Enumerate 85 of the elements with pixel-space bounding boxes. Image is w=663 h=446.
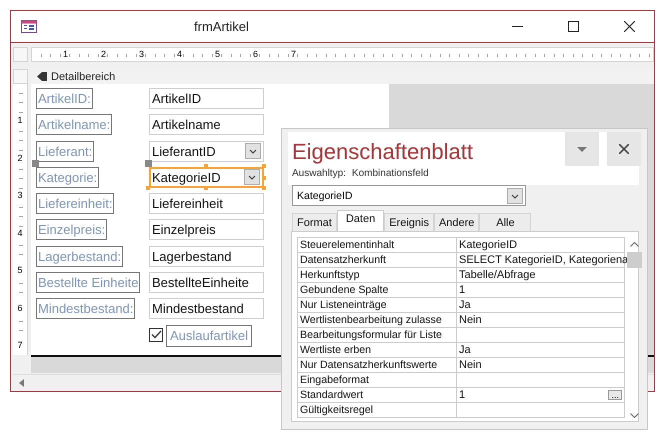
tab[interactable]: Alle	[479, 213, 532, 231]
sizing-handle[interactable]	[146, 186, 150, 190]
dropdown-icon[interactable]	[507, 188, 523, 204]
property-name[interactable]: Steuerelementinhalt	[298, 238, 457, 253]
minimize-icon[interactable]	[512, 26, 523, 28]
property-value[interactable]: Nein	[457, 358, 625, 373]
dropdown-icon[interactable]	[245, 143, 261, 160]
object-dropdown[interactable]: KategorieID	[292, 185, 526, 206]
panel-title: Eigenschaftenblatt	[291, 138, 474, 164]
form-icon	[21, 20, 37, 33]
ruler-number: 6	[15, 302, 24, 314]
scroll-down-icon[interactable]	[630, 413, 639, 418]
property-name[interactable]: Standardwert	[298, 388, 457, 403]
move-handle[interactable]	[32, 160, 39, 167]
text-box[interactable]: Liefereinheit	[149, 193, 264, 214]
selection-type-label: Auswahltyp:	[292, 168, 346, 179]
section-icon	[37, 72, 47, 81]
ruler-number: 1	[62, 48, 68, 61]
combo-box[interactable]: LieferantID	[149, 140, 264, 162]
selection-type: Kombinationsfeld	[352, 168, 429, 179]
text-box[interactable]: ArtikelID	[149, 88, 264, 109]
sizing-handle[interactable]	[262, 164, 266, 168]
property-value[interactable]: SELECT KategorieID, Kategoriena	[457, 253, 625, 268]
property-value[interactable]: Nein	[457, 313, 625, 328]
property-value[interactable]: Ja	[457, 343, 625, 358]
property-name[interactable]: Eingabeformat	[298, 373, 457, 388]
sizing-handle[interactable]	[204, 164, 208, 168]
section-selector[interactable]	[13, 69, 28, 84]
caret-icon	[577, 146, 587, 152]
builder-button[interactable]: ...	[608, 390, 622, 400]
property-value[interactable]: Tabelle/Abfrage	[457, 268, 625, 283]
maximize-icon[interactable]	[568, 21, 579, 32]
combo-box[interactable]: KategorieID	[149, 166, 264, 188]
ruler-number: 3	[138, 48, 144, 61]
text-box[interactable]: Einzelpreis	[149, 219, 264, 240]
window-title: frmArtikel	[194, 19, 249, 34]
dropdown-icon[interactable]	[244, 169, 260, 186]
tab[interactable]: Ereignis	[384, 213, 434, 231]
scroll-thumb[interactable]	[627, 252, 642, 268]
ruler-number: 3	[15, 189, 24, 201]
property-name[interactable]: Datensatzherkunft	[298, 253, 457, 268]
checkbox[interactable]	[149, 328, 163, 342]
property-name[interactable]: Nur Datensatzherkunftswerte	[298, 358, 457, 373]
property-name[interactable]: Bearbeitungsformular für Liste	[298, 328, 457, 343]
text-box[interactable]: Artikelname	[149, 114, 264, 136]
ruler-number: 7	[15, 339, 24, 351]
property-name[interactable]: Nur Listeneinträge	[298, 298, 457, 313]
property-value[interactable]	[457, 328, 625, 343]
sizing-handle[interactable]	[262, 176, 266, 180]
scroll-up-icon[interactable]	[630, 242, 639, 247]
sizing-handle[interactable]	[262, 186, 266, 190]
section-title: Detailbereich	[51, 70, 116, 82]
scroll-left-icon[interactable]	[19, 379, 24, 387]
text-box[interactable]: BestellteEinheite	[149, 272, 264, 294]
property-name[interactable]: Gebundene Spalte	[298, 283, 457, 298]
property-name[interactable]: Herkunftstyp	[298, 268, 457, 283]
property-value[interactable]: 1	[457, 283, 625, 298]
tab[interactable]: Andere	[434, 213, 480, 231]
ruler-number: 1	[15, 114, 24, 126]
property-name[interactable]: Wertlistenbearbeitung zulasse	[298, 313, 457, 328]
close-button[interactable]	[607, 132, 641, 166]
text-box[interactable]: Mindestbestand	[149, 298, 264, 320]
move-handle[interactable]	[145, 160, 152, 167]
ruler-number: 5	[214, 48, 220, 61]
ruler-number: 7	[290, 48, 296, 61]
close-icon	[619, 144, 629, 154]
property-value[interactable]: KategorieID	[457, 238, 625, 253]
property-value[interactable]	[457, 373, 625, 388]
ruler-number: 2	[100, 48, 106, 61]
ruler-number: 4	[15, 226, 24, 238]
property-name[interactable]: Gültigkeitsregel	[298, 403, 457, 418]
ruler-number: 2	[15, 152, 24, 164]
property-value[interactable]: 1 ...	[457, 388, 625, 403]
ruler-number: 4	[176, 48, 182, 61]
panel-menu-button[interactable]	[565, 132, 599, 166]
ruler-number: 6	[252, 48, 258, 61]
tab[interactable]: Format	[292, 213, 337, 231]
tab[interactable]: Daten	[336, 210, 384, 231]
property-name[interactable]: Wertliste erben	[298, 343, 457, 358]
ruler-number: 5	[15, 264, 24, 276]
property-value[interactable]	[457, 403, 625, 418]
text-box[interactable]: Lagerbestand	[149, 246, 264, 267]
close-icon[interactable]	[624, 21, 635, 32]
form-selector[interactable]	[13, 47, 28, 62]
property-value[interactable]: Ja	[457, 298, 625, 313]
